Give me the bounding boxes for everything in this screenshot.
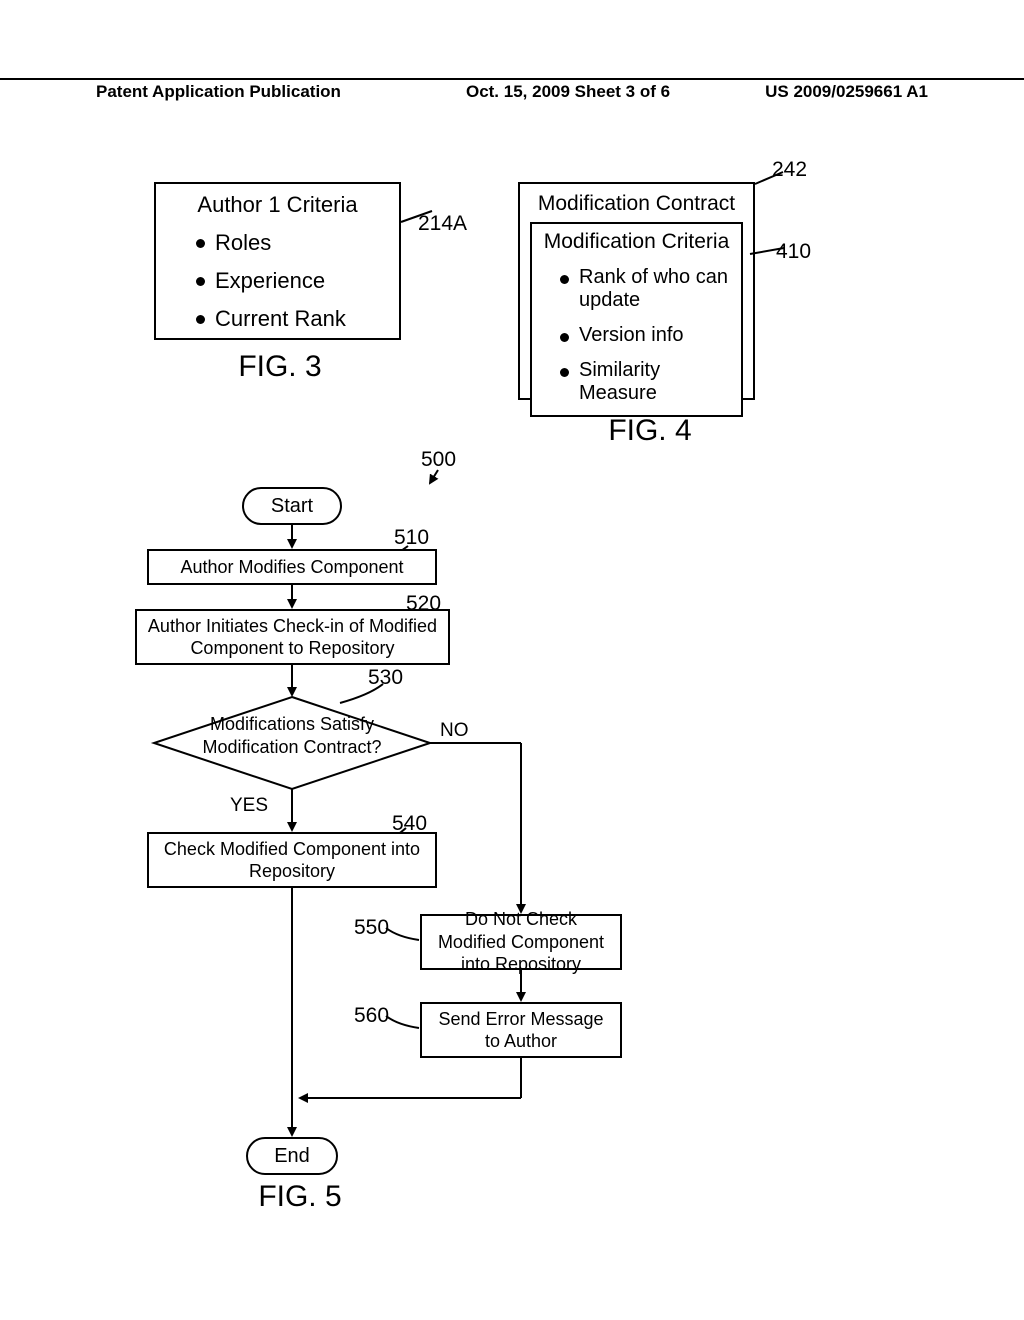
- fig5-step-550-text: Do Not Check Modified Component into Rep…: [430, 908, 612, 976]
- fig5-step-560-text: Send Error Message to Author: [430, 1008, 612, 1053]
- fig5-label: FIG. 5: [230, 1180, 370, 1214]
- fig5-start: Start: [242, 487, 342, 525]
- fig5-step-520-text: Author Initiates Check-in of Modified Co…: [145, 615, 440, 660]
- fig5-step-520: Author Initiates Check-in of Modified Co…: [135, 609, 450, 665]
- fig5-ref-510: 510: [394, 526, 429, 550]
- fig5-ref-530: 530: [368, 666, 403, 690]
- fig5-step-510: Author Modifies Component: [147, 549, 437, 585]
- fig5-step-540: Check Modified Component into Repository: [147, 832, 437, 888]
- fig5-decision-text: Modifications Satisfy Modification Contr…: [200, 713, 384, 758]
- fig5-start-label: Start: [271, 494, 313, 519]
- fig5-end-label: End: [274, 1144, 310, 1169]
- fig5-ref-540: 540: [392, 812, 427, 836]
- fig5-step-540-text: Check Modified Component into Repository: [157, 838, 427, 883]
- fig5-step-510-text: Author Modifies Component: [180, 556, 403, 579]
- fig5-decision-no: NO: [440, 720, 469, 742]
- fig5-ref-560: 560: [354, 1004, 389, 1028]
- fig5-ref-550: 550: [354, 916, 389, 940]
- fig5-step-550: Do Not Check Modified Component into Rep…: [420, 914, 622, 970]
- fig5-step-560: Send Error Message to Author: [420, 1002, 622, 1058]
- page: Patent Application Publication Oct. 15, …: [0, 0, 1024, 1320]
- fig5-end: End: [246, 1137, 338, 1175]
- fig5-ref-520: 520: [406, 592, 441, 616]
- fig5-decision-yes: YES: [230, 795, 268, 817]
